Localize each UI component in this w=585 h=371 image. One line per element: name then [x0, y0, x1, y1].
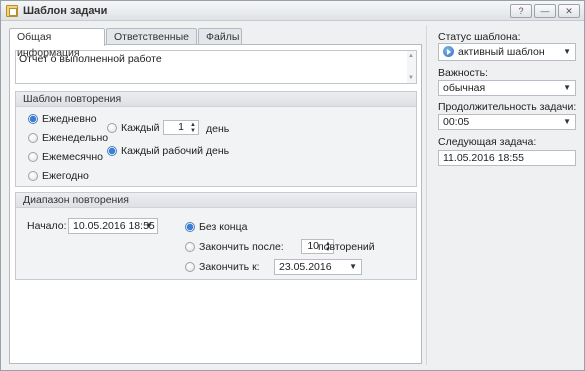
importance-combo[interactable]: обычная ▼	[438, 80, 576, 96]
end-after-label: Закончить после:	[199, 241, 284, 253]
recurrence-group: Шаблон повторения Ежедневно Еженедельно …	[15, 91, 417, 187]
radio-daily[interactable]: Ежедневно	[28, 113, 97, 125]
chevron-down-icon[interactable]: ▼	[145, 219, 153, 233]
radio-on-icon	[28, 114, 38, 124]
radio-yearly-label: Ежегодно	[42, 170, 89, 182]
tab-files[interactable]: Файлы	[198, 28, 242, 45]
status-combo[interactable]: активный шаблон ▼	[438, 43, 576, 61]
radio-weekly-label: Еженедельно	[42, 132, 109, 144]
chevron-down-icon[interactable]: ▼	[563, 44, 571, 60]
tab-general-info[interactable]: Общая информация	[9, 28, 105, 59]
no-end-label: Без конца	[199, 221, 248, 233]
radio-off-icon	[28, 133, 38, 143]
duration-combo[interactable]: 00:05 ▼	[438, 114, 576, 130]
day-label: день	[206, 123, 230, 135]
duration-value: 00:05	[443, 116, 470, 128]
recurrence-group-title: Шаблон повторения	[16, 92, 416, 107]
radio-weekly[interactable]: Еженедельно	[28, 132, 108, 144]
radio-daily-label: Ежедневно	[42, 113, 97, 125]
chevron-down-icon[interactable]: ▼	[563, 81, 571, 95]
radio-yearly[interactable]: Ежегодно	[28, 170, 89, 182]
chevron-down-icon[interactable]: ▼	[349, 260, 357, 274]
start-datetime-value: 10.05.2016 18:55	[73, 220, 155, 232]
minimize-button[interactable]: —	[534, 4, 556, 18]
radio-end-by[interactable]: Закончить к:	[185, 261, 260, 273]
radio-off-icon	[28, 152, 38, 162]
radio-off-icon	[107, 123, 117, 133]
next-task-label: Следующая задача:	[438, 136, 537, 148]
window-title: Шаблон задачи	[23, 5, 108, 17]
template-window: Шаблон задачи ? — ✕ Общая информация Отв…	[0, 0, 585, 371]
every-workday-label: Каждый рабочий день	[121, 145, 230, 157]
occurrences-label: повторений	[318, 241, 375, 253]
status-value: активный шаблон	[458, 46, 545, 58]
radio-off-icon	[185, 262, 195, 272]
radio-on-icon	[107, 146, 117, 156]
next-task-field[interactable]: 11.05.2016 18:55	[438, 150, 576, 166]
radio-off-icon	[185, 242, 195, 252]
importance-label: Важность:	[438, 67, 488, 79]
chevron-down-icon[interactable]: ▼	[563, 115, 571, 129]
radio-end-after[interactable]: Закончить после:	[185, 241, 284, 253]
every-label: Каждый	[121, 122, 160, 134]
template-icon	[6, 5, 18, 17]
panel-splitter[interactable]	[426, 25, 427, 365]
tab-responsible[interactable]: Ответственные лица	[106, 28, 197, 59]
range-group-title: Диапазон повторения	[16, 193, 416, 208]
close-button[interactable]: ✕	[558, 4, 580, 18]
radio-on-icon	[185, 222, 195, 232]
general-info-panel: Отчет о выполненной работе ▲ ▼ Шаблон по…	[9, 44, 422, 364]
title-bar: Шаблон задачи ? — ✕	[1, 1, 584, 21]
scroll-down-icon[interactable]: ▼	[408, 75, 414, 81]
end-by-label: Закончить к:	[199, 261, 260, 273]
end-by-date-value: 23.05.2016	[279, 261, 332, 273]
every-days-value: 1	[178, 121, 184, 133]
start-datetime-combo[interactable]: 10.05.2016 18:55 ▼	[68, 218, 158, 234]
duration-label: Продолжительность задачи:	[438, 101, 577, 113]
status-label: Статус шаблона:	[438, 31, 521, 43]
radio-monthly[interactable]: Ежемесячно	[28, 151, 103, 163]
radio-monthly-label: Ежемесячно	[42, 151, 103, 163]
description-scrollbar[interactable]: ▲ ▼	[407, 51, 416, 83]
scroll-up-icon[interactable]: ▲	[408, 53, 414, 59]
help-button[interactable]: ?	[510, 4, 532, 18]
radio-every-workday[interactable]: Каждый рабочий день	[107, 145, 229, 157]
next-task-value: 11.05.2016 18:55	[443, 152, 524, 164]
spin-arrows-icon[interactable]: ▲ ▼	[190, 122, 196, 134]
play-status-icon	[443, 46, 454, 57]
radio-off-icon	[28, 171, 38, 181]
every-days-spinner[interactable]: 1 ▲ ▼	[163, 120, 199, 135]
end-by-date-combo[interactable]: 23.05.2016 ▼	[274, 259, 362, 275]
start-label: Начало:	[27, 220, 67, 232]
radio-no-end[interactable]: Без конца	[185, 221, 247, 233]
range-group: Диапазон повторения Начало: 10.05.2016 1…	[15, 192, 417, 280]
importance-value: обычная	[443, 82, 486, 94]
radio-every-n-days[interactable]: Каждый	[107, 122, 160, 134]
